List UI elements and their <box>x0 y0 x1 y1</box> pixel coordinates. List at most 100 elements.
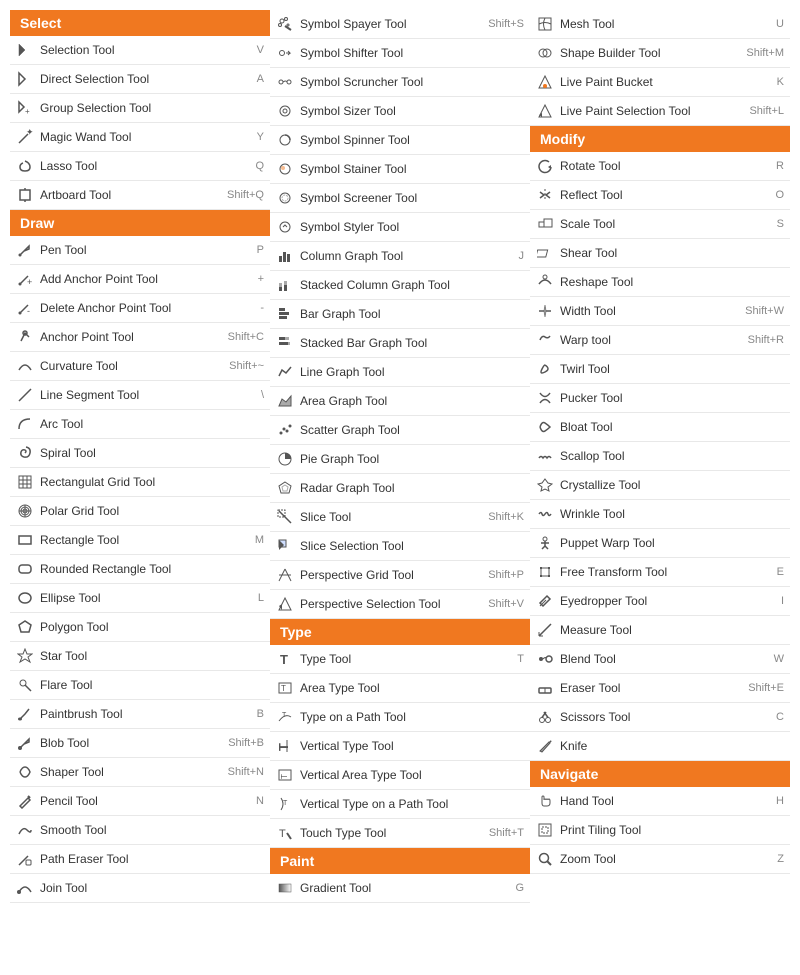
tool-shortcut-label: Shift+R <box>748 334 784 346</box>
tool-item[interactable]: TTouch Type ToolShift+T <box>270 819 530 848</box>
tool-item[interactable]: Live Paint BucketK <box>530 68 790 97</box>
tool-item[interactable]: TType on a Path Tool <box>270 703 530 732</box>
tool-item[interactable]: Blend ToolW <box>530 645 790 674</box>
tool-item[interactable]: Pie Graph Tool <box>270 445 530 474</box>
tool-item[interactable]: Rectangulat Grid Tool <box>10 468 270 497</box>
tool-item[interactable]: Lasso ToolQ <box>10 152 270 181</box>
tool-shortcut-label: U <box>776 18 784 30</box>
tool-item[interactable]: Slice Selection Tool <box>270 532 530 561</box>
tool-item[interactable]: Symbol Stainer Tool <box>270 155 530 184</box>
measure-icon <box>534 619 556 641</box>
tool-item[interactable]: Scatter Graph Tool <box>270 416 530 445</box>
tool-item[interactable]: Scale ToolS <box>530 210 790 239</box>
tool-item[interactable]: Eyedropper ToolI <box>530 587 790 616</box>
tool-item[interactable]: Symbol Shifter Tool <box>270 39 530 68</box>
tool-item[interactable]: Column Graph ToolJ <box>270 242 530 271</box>
tool-item[interactable]: Twirl Tool <box>530 355 790 384</box>
tool-item[interactable]: Spiral Tool <box>10 439 270 468</box>
tool-item[interactable]: Measure Tool <box>530 616 790 645</box>
tool-item[interactable]: Scallop Tool <box>530 442 790 471</box>
tool-item[interactable]: -Delete Anchor Point Tool- <box>10 294 270 323</box>
tool-item[interactable]: Anchor Point ToolShift+C <box>10 323 270 352</box>
tool-item[interactable]: Perspective Grid ToolShift+P <box>270 561 530 590</box>
tool-item[interactable]: Pencil ToolN <box>10 787 270 816</box>
tool-item[interactable]: Width ToolShift+W <box>530 297 790 326</box>
tool-item[interactable]: TVertical Type on a Path Tool <box>270 790 530 819</box>
tool-shortcut-label: G <box>515 882 524 894</box>
tool-item[interactable]: Rectangle ToolM <box>10 526 270 555</box>
tool-item[interactable]: Shaper ToolShift+N <box>10 758 270 787</box>
tool-item[interactable]: Area Graph Tool <box>270 387 530 416</box>
tool-item[interactable]: Perspective Selection ToolShift+V <box>270 590 530 619</box>
tool-item[interactable]: Scissors ToolC <box>530 703 790 732</box>
tool-item[interactable]: Slice ToolShift+K <box>270 503 530 532</box>
reshape-icon <box>534 271 556 293</box>
tool-item[interactable]: TArea Type Tool <box>270 674 530 703</box>
tool-item[interactable]: Line Segment Tool\ <box>10 381 270 410</box>
tool-item[interactable]: Arc Tool <box>10 410 270 439</box>
tool-item[interactable]: Hand ToolH <box>530 787 790 816</box>
wrinkle-icon <box>534 503 556 525</box>
tool-item[interactable]: Polygon Tool <box>10 613 270 642</box>
tool-item[interactable]: Curvature ToolShift+~ <box>10 352 270 381</box>
tool-item[interactable]: Join Tool <box>10 874 270 903</box>
tool-item[interactable]: Bar Graph Tool <box>270 300 530 329</box>
tool-item[interactable]: Rotate ToolR <box>530 152 790 181</box>
tool-item[interactable]: Reshape Tool <box>530 268 790 297</box>
puppet-warp-icon <box>534 532 556 554</box>
tool-item[interactable]: Artboard ToolShift+Q <box>10 181 270 210</box>
tool-item[interactable]: Direct Selection ToolA <box>10 65 270 94</box>
tool-item[interactable]: Live Paint Selection ToolShift+L <box>530 97 790 126</box>
tool-item[interactable]: Mesh ToolU <box>530 10 790 39</box>
tool-name-label: Rotate Tool <box>560 159 772 173</box>
tool-item[interactable]: TVertical Area Type Tool <box>270 761 530 790</box>
tool-item[interactable]: Crystallize Tool <box>530 471 790 500</box>
tool-item[interactable]: Stacked Column Graph Tool <box>270 271 530 300</box>
tool-item[interactable]: Symbol Spayer ToolShift+S <box>270 10 530 39</box>
tool-item[interactable]: Reflect ToolO <box>530 181 790 210</box>
arrow-icon <box>14 39 36 61</box>
tool-item[interactable]: +Add Anchor Point Tool+ <box>10 265 270 294</box>
tool-item[interactable]: Warp toolShift+R <box>530 326 790 355</box>
tool-item[interactable]: TType ToolT <box>270 645 530 674</box>
tool-item[interactable]: Polar Grid Tool <box>10 497 270 526</box>
tool-item[interactable]: Paintbrush ToolB <box>10 700 270 729</box>
tool-item[interactable]: Radar Graph Tool <box>270 474 530 503</box>
tool-item[interactable]: Print Tiling Tool <box>530 816 790 845</box>
tool-item[interactable]: Star Tool <box>10 642 270 671</box>
tool-item[interactable]: Knife <box>530 732 790 761</box>
tool-item[interactable]: Symbol Styler Tool <box>270 213 530 242</box>
tool-item[interactable]: Wrinkle Tool <box>530 500 790 529</box>
tool-item[interactable]: Path Eraser Tool <box>10 845 270 874</box>
persp-grid-icon <box>274 564 296 586</box>
tool-item[interactable]: Shear Tool <box>530 239 790 268</box>
tool-item[interactable]: Line Graph Tool <box>270 358 530 387</box>
tool-item[interactable]: Zoom ToolZ <box>530 845 790 874</box>
tool-item[interactable]: Symbol Sizer Tool <box>270 97 530 126</box>
tool-shortcut-label: A <box>257 73 264 85</box>
tool-item[interactable]: Blob ToolShift+B <box>10 729 270 758</box>
tool-item[interactable]: Symbol Screener Tool <box>270 184 530 213</box>
tool-item[interactable]: Puppet Warp Tool <box>530 529 790 558</box>
tool-item[interactable]: Bloat Tool <box>530 413 790 442</box>
tool-item[interactable]: Symbol Spinner Tool <box>270 126 530 155</box>
tool-item[interactable]: Pucker Tool <box>530 384 790 413</box>
tool-item[interactable]: Gradient ToolG <box>270 874 530 903</box>
tool-item[interactable]: Eraser ToolShift+E <box>530 674 790 703</box>
tool-item[interactable]: +Group Selection Tool <box>10 94 270 123</box>
tool-item[interactable]: Free Transform ToolE <box>530 558 790 587</box>
tool-name-label: Symbol Shifter Tool <box>300 46 524 60</box>
tool-item[interactable]: ✦Magic Wand ToolY <box>10 123 270 152</box>
tool-item[interactable]: Smooth Tool <box>10 816 270 845</box>
tool-item[interactable]: Rounded Rectangle Tool <box>10 555 270 584</box>
tool-item[interactable]: Flare Tool <box>10 671 270 700</box>
tool-item[interactable]: Shape Builder ToolShift+M <box>530 39 790 68</box>
tool-item[interactable]: Pen ToolP <box>10 236 270 265</box>
tool-item[interactable]: TVertical Type Tool <box>270 732 530 761</box>
tool-item[interactable]: Symbol Scruncher Tool <box>270 68 530 97</box>
stacked-bar-graph-icon <box>274 332 296 354</box>
tool-name-label: Slice Selection Tool <box>300 539 524 553</box>
tool-item[interactable]: Ellipse ToolL <box>10 584 270 613</box>
tool-item[interactable]: Selection ToolV <box>10 36 270 65</box>
tool-item[interactable]: Stacked Bar Graph Tool <box>270 329 530 358</box>
